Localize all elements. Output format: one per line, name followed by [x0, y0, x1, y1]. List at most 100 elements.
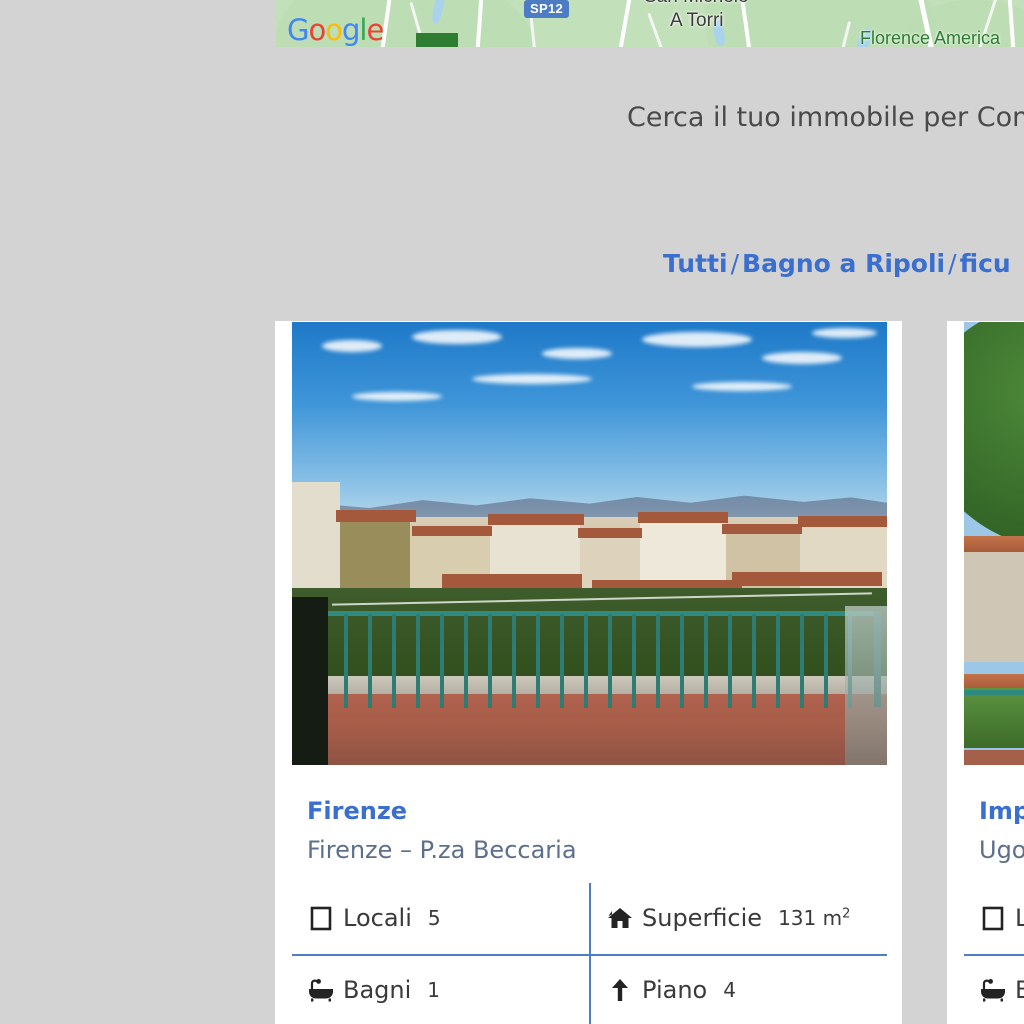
- photo-railing-top: [964, 690, 1024, 695]
- photo-railing-bar: [728, 614, 732, 708]
- spec-value: 1: [427, 978, 441, 1002]
- photo-roof: [964, 536, 1024, 552]
- breadcrumb-item-tutti[interactable]: Tutti: [663, 249, 728, 278]
- page-root: SP12 San Michele A Torri Florence Americ…: [0, 0, 1024, 1024]
- photo-railing-bar: [368, 614, 372, 708]
- spec-bagni: Bagni 1: [306, 955, 440, 1024]
- photo-railing-bar: [392, 614, 396, 708]
- photo-railing-bar: [752, 614, 756, 708]
- spec-label: B: [1015, 976, 1024, 1004]
- photo-railing-bar: [800, 614, 804, 708]
- listing-subtitle: Ugo: [979, 836, 1024, 864]
- listing-photo-firenze[interactable]: [292, 322, 887, 765]
- listing-card[interactable]: Imp Ugo L B: [947, 321, 1024, 1024]
- photo-balcony-floor: [964, 750, 1024, 765]
- breadcrumb[interactable]: Tutti / Bagno a Ripoli / ficu: [663, 249, 1011, 278]
- spec-label: L: [1015, 904, 1024, 932]
- cloud: [322, 340, 382, 352]
- listing-spec-grid: L B: [964, 883, 1024, 1023]
- breadcrumb-separator: /: [730, 249, 740, 278]
- photo-balcony-floor: [292, 694, 887, 765]
- map-road: [608, 0, 638, 47]
- map-label-san-michele-line1: San Michele: [644, 0, 749, 8]
- google-logo: Google: [287, 13, 384, 47]
- photo-balcony-ledge: [292, 676, 887, 695]
- map-road-shield-sp12[interactable]: SP12: [524, 0, 570, 18]
- photo-railing-bar: [560, 614, 564, 708]
- listing-subtitle: Firenze – P.za Beccaria: [307, 836, 577, 864]
- cloud: [472, 374, 592, 384]
- google-logo-letter-o2: o: [325, 13, 343, 47]
- google-logo-letter-e: e: [366, 13, 384, 47]
- cloud: [352, 392, 442, 401]
- breadcrumb-item-ficu[interactable]: ficu: [960, 249, 1011, 278]
- door-icon: [306, 905, 336, 931]
- spec-value: 131 m2: [778, 906, 850, 930]
- photo-railing-bar: [656, 614, 660, 708]
- listing-card[interactable]: Firenze Firenze – P.za Beccaria Locali 5: [275, 321, 902, 1024]
- photo-railing-bar: [776, 614, 780, 708]
- spec-value-unit-exponent: 2: [842, 906, 851, 922]
- google-logo-letter-g2: g: [341, 13, 360, 47]
- spec-label: Locali: [343, 904, 412, 932]
- photo-railing-bar: [488, 614, 492, 708]
- cloud: [542, 348, 612, 359]
- breadcrumb-item-bagno-a-ripoli[interactable]: Bagno a Ripoli: [742, 249, 945, 278]
- map-label-san-michele-line2: A Torri: [670, 10, 724, 31]
- spec-label: Superficie: [642, 904, 763, 932]
- map-marker-pin[interactable]: [416, 33, 458, 47]
- photo-railing-bar: [632, 614, 636, 708]
- spec-bagni: B: [978, 955, 1024, 1024]
- photo-roof: [412, 526, 492, 536]
- photo-railing-bar: [608, 614, 612, 708]
- spec-value: 4: [723, 978, 736, 1002]
- photo-roof: [442, 574, 582, 588]
- photo-railing-top: [297, 611, 882, 616]
- photo-roof: [732, 572, 882, 586]
- spec-label: Piano: [642, 976, 708, 1004]
- up-arrow-icon: [605, 977, 635, 1003]
- photo-railing-bar: [680, 614, 684, 708]
- photo-roof: [336, 510, 416, 522]
- photo-glass-door-right: [845, 605, 887, 765]
- photo-railing-bar: [440, 614, 444, 708]
- house-icon: [605, 905, 635, 931]
- spec-locali: L: [978, 883, 1024, 953]
- photo-railing-bar: [704, 614, 708, 708]
- map-label-florence-america: Florence America: [860, 28, 1001, 47]
- photo-tree: [964, 322, 1024, 552]
- map-canvas[interactable]: SP12 San Michele A Torri Florence Americ…: [276, 0, 1024, 47]
- cloud: [812, 328, 877, 338]
- photo-roof: [578, 528, 642, 538]
- bathtub-icon: [978, 977, 1008, 1003]
- cloud: [762, 352, 842, 364]
- listing-title[interactable]: Imp: [979, 797, 1024, 825]
- cloud: [692, 382, 792, 391]
- breadcrumb-separator: /: [948, 249, 957, 278]
- photo-roof: [638, 512, 728, 523]
- bathtub-icon: [306, 977, 336, 1003]
- cloud: [412, 330, 502, 344]
- map-strip[interactable]: SP12 San Michele A Torri Florence Americ…: [276, 0, 1024, 47]
- photo-railing-bar: [512, 614, 516, 708]
- listing-spec-grid: Locali 5 Superficie 131 m2 Bagni 1 Piano…: [292, 883, 887, 1024]
- cloud: [642, 332, 752, 347]
- spec-label: Bagni: [343, 976, 412, 1004]
- door-icon: [978, 905, 1008, 931]
- photo-railing-bar: [536, 614, 540, 708]
- google-logo-letter-o1: o: [308, 13, 326, 47]
- photo-roof: [722, 524, 802, 534]
- photo-railing-bar: [344, 614, 348, 708]
- search-heading: Cerca il tuo immobile per Com: [627, 102, 1024, 133]
- listing-photo-impruneta[interactable]: [964, 322, 1024, 765]
- spec-locali: Locali 5: [306, 883, 441, 953]
- google-logo-letter-g: G: [287, 13, 310, 47]
- photo-railing-bar: [464, 614, 468, 708]
- photo-railing-bar: [584, 614, 588, 708]
- photo-wall: [964, 552, 1024, 662]
- spec-superficie: Superficie 131 m2: [605, 883, 850, 953]
- photo-building: [292, 482, 340, 602]
- photo-roof: [964, 674, 1024, 689]
- spec-piano: Piano 4: [605, 955, 736, 1024]
- listing-title[interactable]: Firenze: [307, 797, 407, 825]
